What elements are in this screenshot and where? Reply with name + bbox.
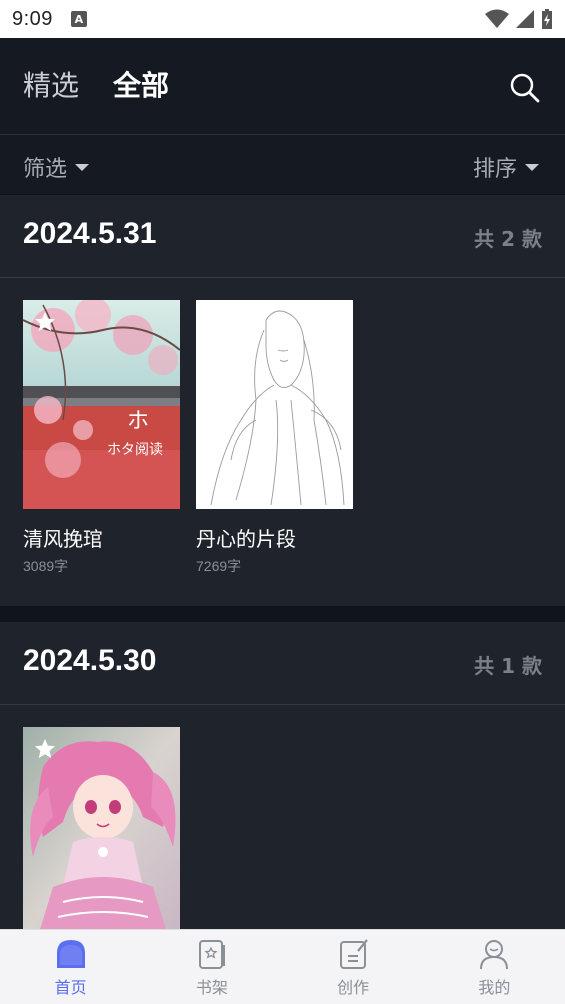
filter-label: 筛选: [23, 157, 68, 182]
section-count: 共 2 款: [474, 227, 542, 251]
star-icon: [35, 739, 55, 758]
book-cover[interactable]: [23, 727, 180, 936]
nav-item-create[interactable]: 创作: [283, 930, 424, 1004]
tab-all[interactable]: 全部: [113, 68, 169, 104]
book-title: 丹心的片段: [196, 527, 296, 551]
book-word-count: 7269字: [196, 558, 242, 574]
app-screen: 9:09 A 精选 全部 筛选 排序 2024.5.31 共 2 款 ホ ホタ阅…: [0, 0, 565, 1004]
sort-button[interactable]: 排序: [473, 151, 539, 183]
nav-label-bookshelf: 书架: [195, 978, 228, 997]
sort-label: 排序: [472, 157, 517, 182]
nav-item-bookshelf[interactable]: 书架: [141, 930, 282, 1004]
section-count: 共 1 款: [474, 654, 542, 678]
filter-button[interactable]: 筛选: [23, 151, 90, 183]
top-header: 精选 全部: [0, 38, 565, 134]
book-cover[interactable]: [196, 300, 353, 509]
section-date: 2024.5.30: [23, 644, 157, 677]
sort-caret-icon: [525, 163, 539, 171]
status-time: 9:09: [12, 7, 53, 30]
cover-sketch-illustration: [196, 300, 353, 509]
cover-brand-text: ホタ阅读: [107, 441, 163, 458]
section-divider: [0, 704, 565, 705]
wifi-icon: [485, 9, 509, 28]
status-bar: 9:09 A: [0, 0, 565, 38]
notification-icon: A: [70, 11, 87, 27]
signal-icon: [516, 10, 534, 28]
section-date: 2024.5.31: [23, 217, 157, 250]
book-title: 清风挽琯: [23, 527, 103, 551]
book-cover[interactable]: ホ ホタ阅读: [23, 300, 180, 509]
search-icon[interactable]: [509, 72, 541, 104]
profile-icon: [480, 940, 509, 970]
bottom-navigation: 首页 书架 创作 我的: [0, 929, 565, 1004]
date-section: 2024.5.31 共 2 款 ホ ホタ阅读 清风挽琯 3089字 丹心的片段 …: [0, 195, 565, 606]
section-header: 2024.5.30 共 1 款: [0, 622, 565, 704]
section-divider: [0, 277, 565, 278]
home-icon: [56, 940, 85, 968]
bookshelf-icon: [198, 940, 225, 969]
nav-label-create: 创作: [337, 978, 370, 997]
tab-featured[interactable]: 精选: [23, 68, 79, 104]
section-header: 2024.5.31 共 2 款: [0, 195, 565, 277]
svg-text:ホ: ホ: [127, 409, 149, 434]
star-icon: [35, 312, 55, 331]
filter-bar: 筛选 排序: [0, 135, 565, 194]
filter-caret-icon: [75, 163, 90, 171]
nav-item-profile[interactable]: 我的: [424, 930, 565, 1004]
create-icon: [340, 939, 368, 969]
nav-label-profile: 我的: [478, 978, 511, 997]
book-word-count: 3089字: [23, 558, 69, 574]
nav-label-home: 首页: [54, 978, 87, 997]
nav-item-home[interactable]: 首页: [0, 930, 141, 1004]
date-section: 2024.5.30 共 1 款: [0, 622, 565, 936]
battery-icon: [542, 9, 552, 29]
status-icons: [485, 0, 553, 38]
